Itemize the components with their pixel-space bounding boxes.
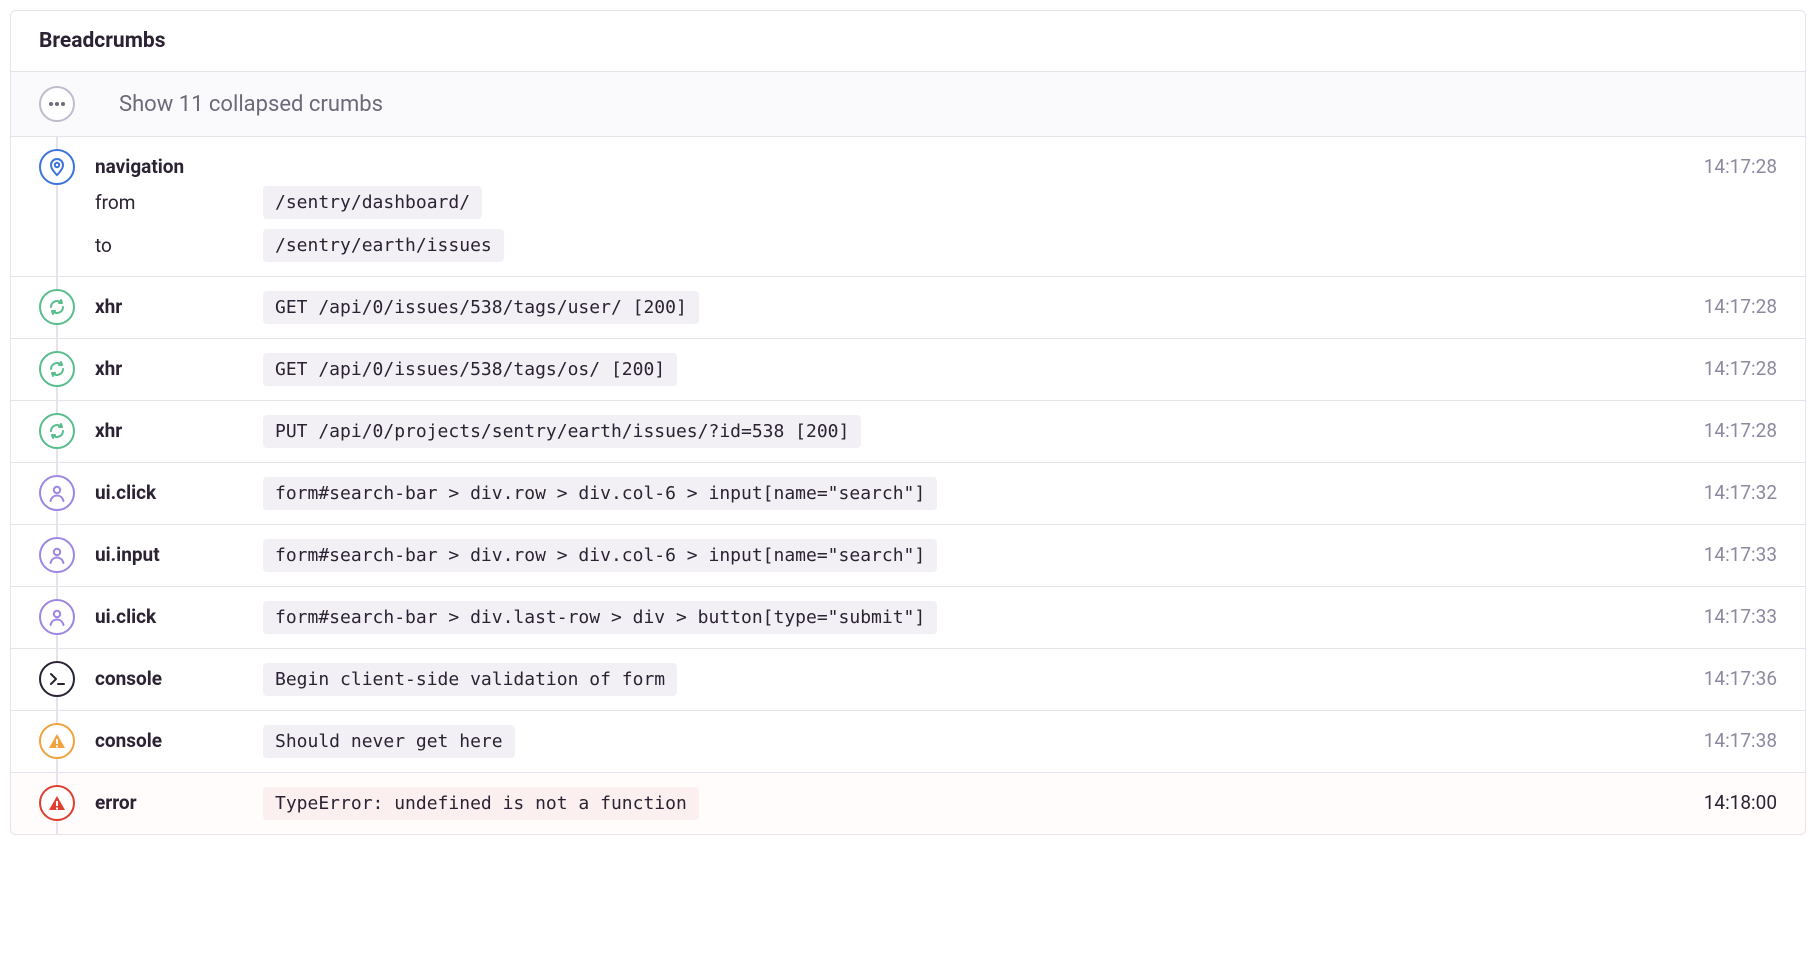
crumb-row[interactable]: navigation from/sentry/dashboard/to/sentr… bbox=[11, 137, 1805, 277]
icon-column bbox=[39, 599, 95, 635]
crumb-category: xhr bbox=[95, 413, 263, 442]
crumb-row[interactable]: ui.inputform#search-bar > div.row > div.… bbox=[11, 525, 1805, 587]
ellipsis-icon[interactable] bbox=[39, 86, 75, 122]
crumb-message: TypeError: undefined is not a function bbox=[263, 787, 699, 820]
code-pill: /sentry/dashboard/ bbox=[263, 186, 482, 219]
crumb-row[interactable]: errorTypeError: undefined is not a funct… bbox=[11, 773, 1805, 834]
icon-column bbox=[39, 661, 95, 697]
crumb-time: 14:17:28 bbox=[1667, 289, 1777, 318]
code-pill: /sentry/earth/issues bbox=[263, 229, 504, 262]
icon-column bbox=[39, 289, 95, 325]
warning-icon bbox=[39, 785, 75, 821]
crumb-time: 14:17:28 bbox=[1667, 149, 1777, 178]
crumb-content: form#search-bar > div.row > div.col-6 > … bbox=[263, 475, 1667, 512]
panel-title: Breadcrumbs bbox=[39, 29, 165, 53]
icon-column bbox=[39, 86, 95, 122]
user-icon bbox=[39, 537, 75, 573]
crumb-time: 14:17:28 bbox=[1667, 413, 1777, 442]
crumb-category: xhr bbox=[95, 351, 263, 380]
crumb-category: console bbox=[95, 723, 263, 752]
crumb-time: 14:17:38 bbox=[1667, 723, 1777, 752]
kv-row: from/sentry/dashboard/ bbox=[95, 184, 1667, 221]
crumb-time: 14:17:32 bbox=[1667, 475, 1777, 504]
crumb-content: GET /api/0/issues/538/tags/os/ [200] bbox=[263, 351, 1667, 388]
crumb-time: 14:17:36 bbox=[1667, 661, 1777, 690]
crumb-category: ui.click bbox=[95, 599, 263, 628]
crumb-content: form#search-bar > div.row > div.col-6 > … bbox=[263, 537, 1667, 574]
icon-column bbox=[39, 413, 95, 449]
warning-icon bbox=[39, 723, 75, 759]
crumb-category: xhr bbox=[95, 289, 263, 318]
crumb-category: ui.click bbox=[95, 475, 263, 504]
crumb-row[interactable]: xhrGET /api/0/issues/538/tags/user/ [200… bbox=[11, 277, 1805, 339]
crumb-content: form#search-bar > div.last-row > div > b… bbox=[263, 599, 1667, 636]
breadcrumbs-panel: Breadcrumbs Show 11 collapsed crumbs nav… bbox=[10, 10, 1806, 835]
crumb-content: GET /api/0/issues/538/tags/user/ [200] bbox=[263, 289, 1667, 326]
crumb-time: 14:17:33 bbox=[1667, 537, 1777, 566]
refresh-icon bbox=[39, 413, 75, 449]
crumb-content: Should never get here bbox=[263, 723, 1667, 760]
kv-key: from bbox=[95, 191, 263, 214]
crumb-category: ui.input bbox=[95, 537, 263, 566]
icon-column bbox=[39, 723, 95, 759]
crumb-time: 14:17:28 bbox=[1667, 351, 1777, 380]
crumb-category: console bbox=[95, 661, 263, 690]
crumb-row[interactable]: ui.clickform#search-bar > div.row > div.… bbox=[11, 463, 1805, 525]
crumb-list: navigation from/sentry/dashboard/to/sentr… bbox=[11, 137, 1805, 834]
crumb-message: PUT /api/0/projects/sentry/earth/issues/… bbox=[263, 415, 861, 448]
icon-column bbox=[39, 785, 95, 821]
icon-column bbox=[39, 537, 95, 573]
kv-key: to bbox=[95, 234, 263, 257]
user-icon bbox=[39, 475, 75, 511]
crumb-message: Should never get here bbox=[263, 725, 515, 758]
crumb-message: form#search-bar > div.row > div.col-6 > … bbox=[263, 539, 937, 572]
crumb-content: TypeError: undefined is not a function bbox=[263, 785, 1667, 822]
collapsed-label[interactable]: Show 11 collapsed crumbs bbox=[119, 92, 383, 117]
crumb-row[interactable]: consoleShould never get here 14:17:38 bbox=[11, 711, 1805, 773]
refresh-icon bbox=[39, 289, 75, 325]
crumb-message: Begin client-side validation of form bbox=[263, 663, 677, 696]
kv-row: to/sentry/earth/issues bbox=[95, 227, 1667, 264]
crumb-message: GET /api/0/issues/538/tags/user/ [200] bbox=[263, 291, 699, 324]
collapsed-crumbs-row[interactable]: Show 11 collapsed crumbs bbox=[11, 72, 1805, 137]
nav-body: navigation from/sentry/dashboard/to/sentr… bbox=[95, 149, 1667, 264]
icon-column bbox=[39, 149, 95, 185]
refresh-icon bbox=[39, 351, 75, 387]
crumb-message: form#search-bar > div.row > div.col-6 > … bbox=[263, 477, 937, 510]
kv-value: /sentry/dashboard/ bbox=[263, 184, 482, 221]
crumb-row[interactable]: consoleBegin client-side validation of f… bbox=[11, 649, 1805, 711]
crumb-content: PUT /api/0/projects/sentry/earth/issues/… bbox=[263, 413, 1667, 450]
icon-column bbox=[39, 351, 95, 387]
crumb-row[interactable]: ui.clickform#search-bar > div.last-row >… bbox=[11, 587, 1805, 649]
icon-column bbox=[39, 475, 95, 511]
crumb-category: error bbox=[95, 785, 263, 814]
crumb-row[interactable]: xhrPUT /api/0/projects/sentry/earth/issu… bbox=[11, 401, 1805, 463]
kv-value: /sentry/earth/issues bbox=[263, 227, 504, 264]
crumb-row[interactable]: xhrGET /api/0/issues/538/tags/os/ [200] 1… bbox=[11, 339, 1805, 401]
crumb-time: 14:17:33 bbox=[1667, 599, 1777, 628]
crumb-message: GET /api/0/issues/538/tags/os/ [200] bbox=[263, 353, 677, 386]
panel-header: Breadcrumbs bbox=[11, 11, 1805, 72]
crumb-content: Begin client-side validation of form bbox=[263, 661, 1667, 698]
crumb-time: 14:18:00 bbox=[1667, 785, 1777, 814]
user-icon bbox=[39, 599, 75, 635]
crumb-message: form#search-bar > div.last-row > div > b… bbox=[263, 601, 937, 634]
crumb-category: navigation bbox=[95, 149, 263, 178]
location-icon bbox=[39, 149, 75, 185]
terminal-icon bbox=[39, 661, 75, 697]
